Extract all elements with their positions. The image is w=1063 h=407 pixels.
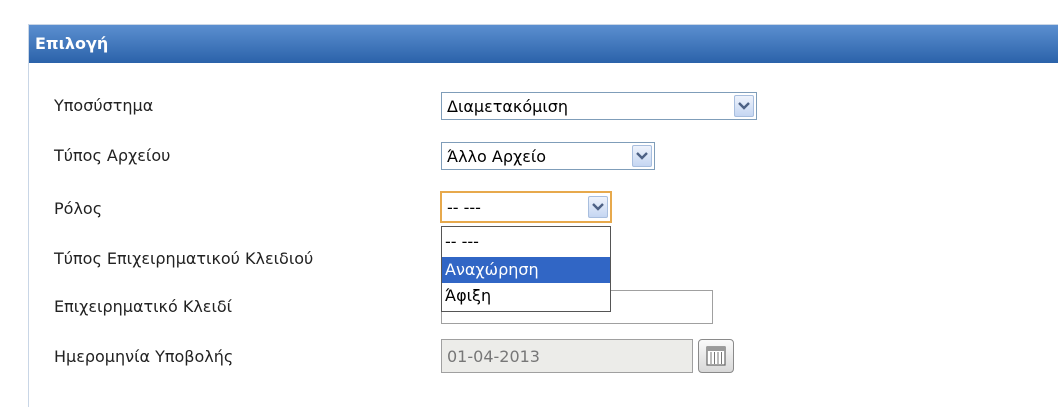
file-type-label: Τύπος Αρχείου bbox=[54, 146, 171, 165]
calendar-button[interactable] bbox=[698, 339, 734, 373]
chevron-down-icon[interactable] bbox=[588, 196, 608, 218]
role-select[interactable]: -- --- bbox=[440, 191, 612, 223]
calendar-icon bbox=[706, 346, 726, 366]
business-key-label: Επιχειρηματικό Κλειδί bbox=[54, 297, 233, 316]
submission-date-label: Ημερομηνία Υποβολής bbox=[54, 347, 234, 366]
business-key-type-label: Τύπος Επιχειρηματικού Κλειδιού bbox=[54, 249, 314, 268]
chevron-down-icon[interactable] bbox=[734, 95, 754, 117]
file-type-value: Άλλο Αρχείο bbox=[447, 147, 547, 166]
submission-date-input[interactable]: 01-04-2013 bbox=[441, 339, 693, 373]
subsystem-select[interactable]: Διαμετακόμιση bbox=[441, 92, 757, 120]
role-option[interactable]: Άφιξη bbox=[442, 283, 610, 309]
role-option[interactable]: -- --- bbox=[442, 229, 610, 255]
subsystem-label: Υποσύστημα bbox=[54, 96, 154, 115]
chevron-down-icon[interactable] bbox=[632, 145, 652, 167]
panel-header: Επιλογή bbox=[29, 25, 1058, 63]
role-option-selected[interactable]: Αναχώρηση bbox=[442, 257, 610, 283]
subsystem-value: Διαμετακόμιση bbox=[447, 97, 569, 116]
file-type-select[interactable]: Άλλο Αρχείο bbox=[441, 142, 655, 170]
role-dropdown-list: -- --- Αναχώρηση Άφιξη bbox=[441, 226, 611, 312]
panel-title: Επιλογή bbox=[35, 34, 109, 53]
submission-date-value: 01-04-2013 bbox=[447, 347, 540, 366]
role-label: Ρόλος bbox=[54, 199, 103, 218]
role-value: -- --- bbox=[447, 198, 481, 217]
